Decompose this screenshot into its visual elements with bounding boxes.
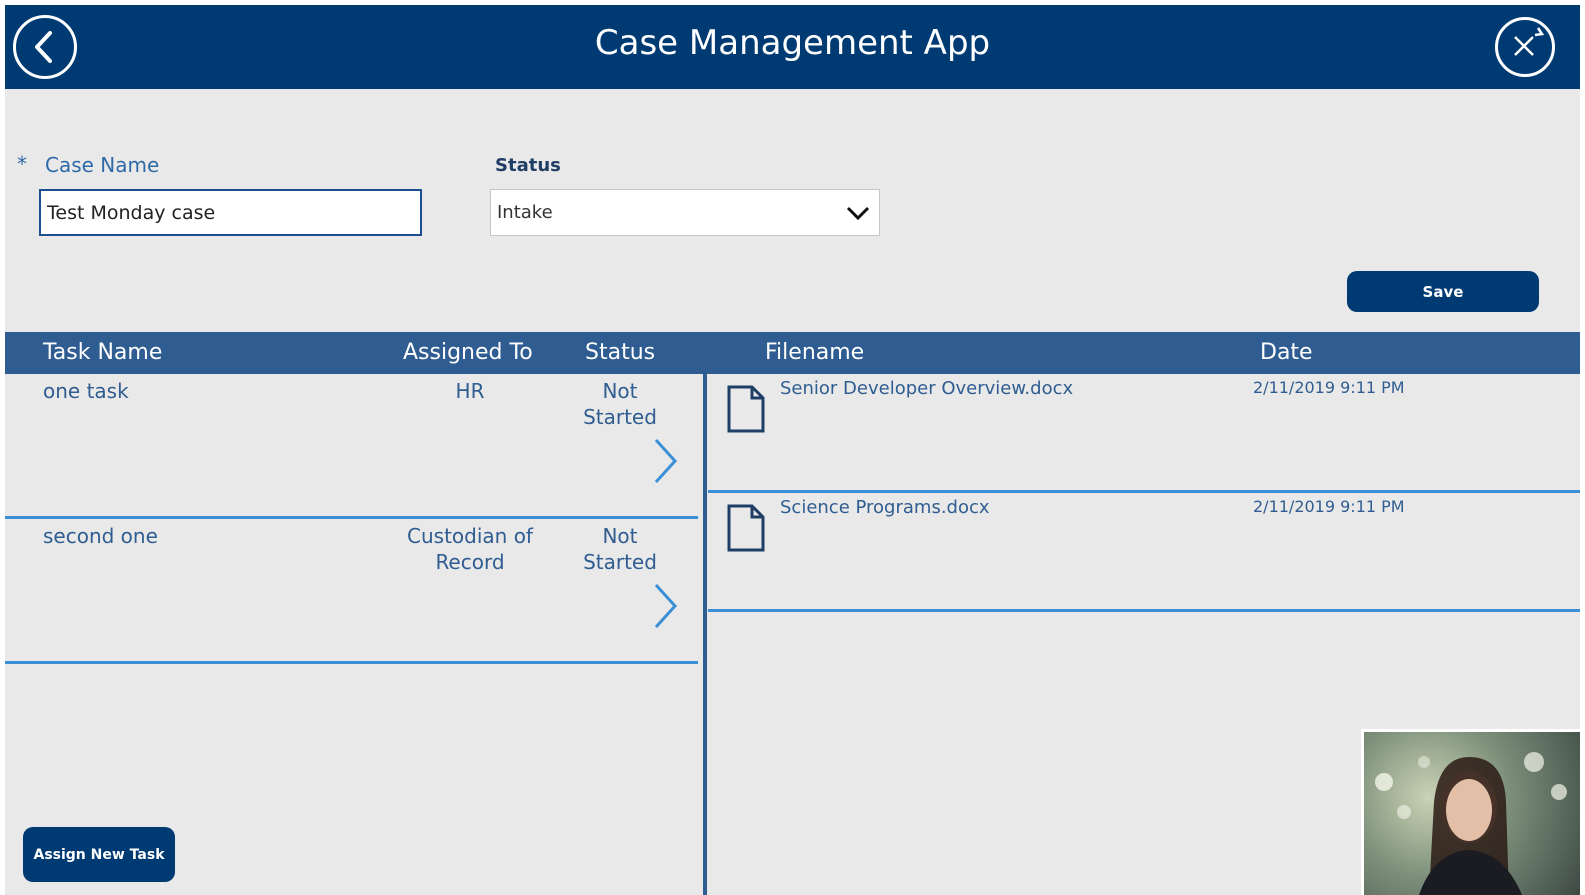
required-marker: * bbox=[17, 152, 27, 176]
file-name[interactable]: Senior Developer Overview.docx bbox=[780, 378, 1073, 399]
task-assigned-to: Custodian of Record bbox=[407, 524, 533, 574]
task-row[interactable]: one task HR Not Started bbox=[5, 374, 698, 519]
status-dropdown[interactable]: Intake bbox=[490, 189, 880, 236]
header-assigned-to: Assigned To bbox=[403, 340, 533, 365]
task-status: Not Started bbox=[583, 524, 657, 574]
refresh-close-icon bbox=[1514, 27, 1545, 56]
file-date: 2/11/2019 9:11 PM bbox=[1253, 378, 1405, 397]
gallery-divider bbox=[703, 374, 707, 895]
app-title: Case Management App bbox=[594, 23, 991, 63]
presenter-video-icon bbox=[1375, 752, 1567, 895]
title-bar: Case Management App bbox=[5, 5, 1580, 89]
status-label: Status bbox=[495, 155, 561, 176]
chevron-right-icon[interactable] bbox=[650, 581, 680, 631]
task-status: Not Started bbox=[583, 379, 657, 429]
header-date: Date bbox=[1260, 340, 1313, 365]
grid-header: Task Name Assigned To Status Filename Da… bbox=[5, 332, 1580, 374]
task-row[interactable]: second one Custodian of Record Not Start… bbox=[5, 519, 698, 664]
task-name: second one bbox=[43, 524, 158, 548]
task-assigned-to: HR bbox=[455, 379, 485, 403]
case-name-input[interactable] bbox=[39, 189, 422, 236]
task-name: one task bbox=[43, 379, 129, 403]
status-selected-value: Intake bbox=[497, 202, 553, 223]
refresh-button[interactable] bbox=[1495, 17, 1555, 77]
file-row[interactable]: Science Programs.docx 2/11/2019 9:11 PM bbox=[708, 493, 1580, 612]
file-row[interactable]: Senior Developer Overview.docx 2/11/2019… bbox=[708, 374, 1580, 493]
save-button[interactable]: Save bbox=[1347, 271, 1539, 312]
document-icon bbox=[727, 385, 765, 433]
header-status: Status bbox=[585, 340, 656, 365]
chevron-down-icon bbox=[846, 206, 870, 221]
header-filename: Filename bbox=[765, 340, 865, 365]
app-window: Case Management App * Case Name Status I… bbox=[5, 5, 1580, 895]
webcam-overlay bbox=[1361, 729, 1580, 895]
case-name-label: Case Name bbox=[45, 153, 160, 177]
file-date: 2/11/2019 9:11 PM bbox=[1253, 497, 1405, 516]
chevron-right-icon[interactable] bbox=[650, 436, 680, 486]
document-icon bbox=[727, 504, 765, 552]
header-task-name: Task Name bbox=[43, 340, 163, 365]
assign-new-task-button[interactable]: Assign New Task bbox=[23, 827, 175, 882]
file-name[interactable]: Science Programs.docx bbox=[780, 497, 990, 518]
